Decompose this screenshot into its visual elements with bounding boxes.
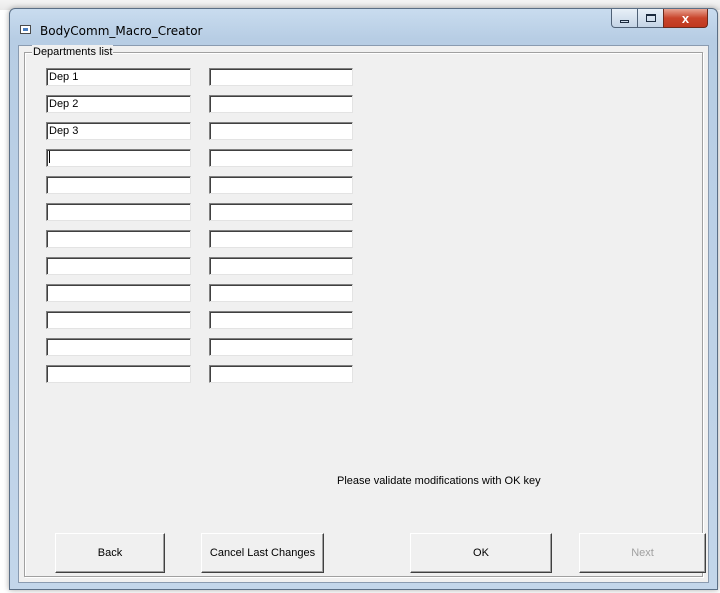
- client-area: Departments list Dep 1 Dep 2 Dep 3 Please …: [18, 45, 709, 583]
- department-col2-field[interactable]: [209, 95, 353, 113]
- department-col2-field[interactable]: [209, 68, 353, 86]
- maximize-icon: [645, 14, 656, 22]
- department-col1-value: Dep 1: [49, 71, 79, 83]
- department-col1-value: Dep 3: [49, 125, 79, 137]
- maximize-button[interactable]: [637, 9, 664, 28]
- department-col2-field[interactable]: [209, 149, 353, 167]
- department-col1-field[interactable]: [46, 203, 191, 221]
- minimize-icon: [620, 19, 629, 23]
- department-col1-field[interactable]: [46, 176, 191, 194]
- department-col1-field[interactable]: [46, 311, 191, 329]
- minimize-button[interactable]: [611, 9, 638, 28]
- department-col2-field[interactable]: [209, 257, 353, 275]
- app-icon: [20, 25, 31, 34]
- department-col1-field[interactable]: [46, 149, 191, 167]
- cancel-last-changes-button[interactable]: Cancel Last Changes: [201, 533, 324, 573]
- next-button: Next: [579, 533, 706, 573]
- validation-message: Please validate modifications with OK ke…: [337, 475, 541, 487]
- window-title: BodyComm_Macro_Creator: [40, 24, 203, 38]
- department-col2-field[interactable]: [209, 122, 353, 140]
- title-bar[interactable]: BodyComm_Macro_Creator x: [10, 9, 717, 45]
- department-col1-field[interactable]: [46, 365, 191, 383]
- department-col1-field[interactable]: [46, 284, 191, 302]
- text-caret: [49, 151, 50, 163]
- close-button[interactable]: x: [663, 9, 708, 28]
- department-col2-field[interactable]: [209, 176, 353, 194]
- department-col1-value: Dep 2: [49, 98, 79, 110]
- department-col2-field[interactable]: [209, 365, 353, 383]
- close-icon: x: [681, 10, 690, 26]
- department-col2-field[interactable]: [209, 203, 353, 221]
- ok-button[interactable]: OK: [410, 533, 552, 573]
- app-window: BodyComm_Macro_Creator x Departments lis…: [9, 8, 718, 590]
- department-col1-field[interactable]: Dep 2: [46, 95, 191, 113]
- departments-list-label: Departments list: [32, 45, 114, 59]
- department-col1-field[interactable]: [46, 257, 191, 275]
- department-col2-field[interactable]: [209, 230, 353, 248]
- back-button[interactable]: Back: [55, 533, 165, 573]
- department-col1-field[interactable]: Dep 1: [46, 68, 191, 86]
- department-col2-field[interactable]: [209, 338, 353, 356]
- department-col2-field[interactable]: [209, 284, 353, 302]
- caption-buttons: x: [611, 9, 708, 29]
- department-col1-field[interactable]: Dep 3: [46, 122, 191, 140]
- department-col1-field[interactable]: [46, 230, 191, 248]
- department-col2-field[interactable]: [209, 311, 353, 329]
- department-col1-field[interactable]: [46, 338, 191, 356]
